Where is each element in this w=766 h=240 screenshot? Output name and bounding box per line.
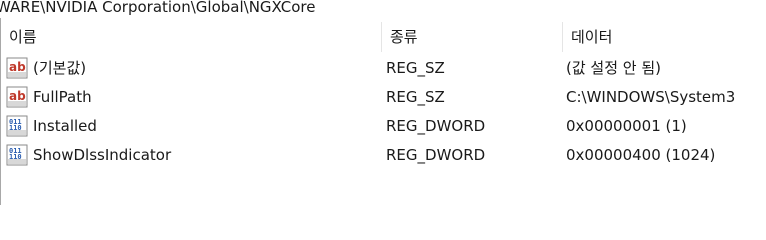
svg-text:110: 110 <box>9 124 22 132</box>
value-name: ShowDlssIndicator <box>33 146 172 164</box>
value-name: FullPath <box>33 88 92 106</box>
column-header-type[interactable]: 종류 <box>382 22 562 52</box>
value-name: Installed <box>33 117 97 135</box>
list-row[interactable]: 011 110 Installed REG_DWORD 0x00000001 (… <box>1 112 766 141</box>
dword-value-icon: 011 110 <box>6 144 28 166</box>
column-header-name[interactable]: 이름 <box>1 22 381 52</box>
value-type: REG_SZ <box>386 59 445 77</box>
column-header-data[interactable]: 데이터 <box>563 22 766 52</box>
list-row[interactable]: ab FullPath REG_SZ C:\WINDOWS\System3 <box>1 83 766 112</box>
list-row[interactable]: ab (기본값) REG_SZ (값 설정 안 됨) <box>1 54 766 83</box>
svg-text:ab: ab <box>9 89 26 103</box>
value-name-cell: ab (기본값) <box>6 54 384 83</box>
value-data: 0x00000400 (1024) <box>566 146 716 164</box>
list-header: 이름 종류 데이터 <box>1 22 766 52</box>
value-name-cell: ab FullPath <box>6 83 384 112</box>
value-name-cell: 011 110 Installed <box>6 112 384 141</box>
value-data: C:\WINDOWS\System3 <box>566 88 736 106</box>
string-value-icon: ab <box>6 86 28 108</box>
svg-text:ab: ab <box>9 60 26 74</box>
value-name-cell: 011 110 ShowDlssIndicator <box>6 141 384 170</box>
value-data: 0x00000001 (1) <box>566 117 687 135</box>
address-path[interactable]: WARE\NVIDIA Corporation\Global\NGXCore <box>0 0 766 18</box>
list-row[interactable]: 011 110 ShowDlssIndicator REG_DWORD 0x00… <box>1 141 766 170</box>
value-data: (값 설정 안 됨) <box>566 59 662 77</box>
svg-text:110: 110 <box>9 153 22 161</box>
value-type: REG_DWORD <box>386 117 486 135</box>
string-value-icon: ab <box>6 57 28 79</box>
value-type: REG_DWORD <box>386 146 486 164</box>
value-name: (기본값) <box>33 59 87 77</box>
value-type: REG_SZ <box>386 88 445 106</box>
dword-value-icon: 011 110 <box>6 115 28 137</box>
